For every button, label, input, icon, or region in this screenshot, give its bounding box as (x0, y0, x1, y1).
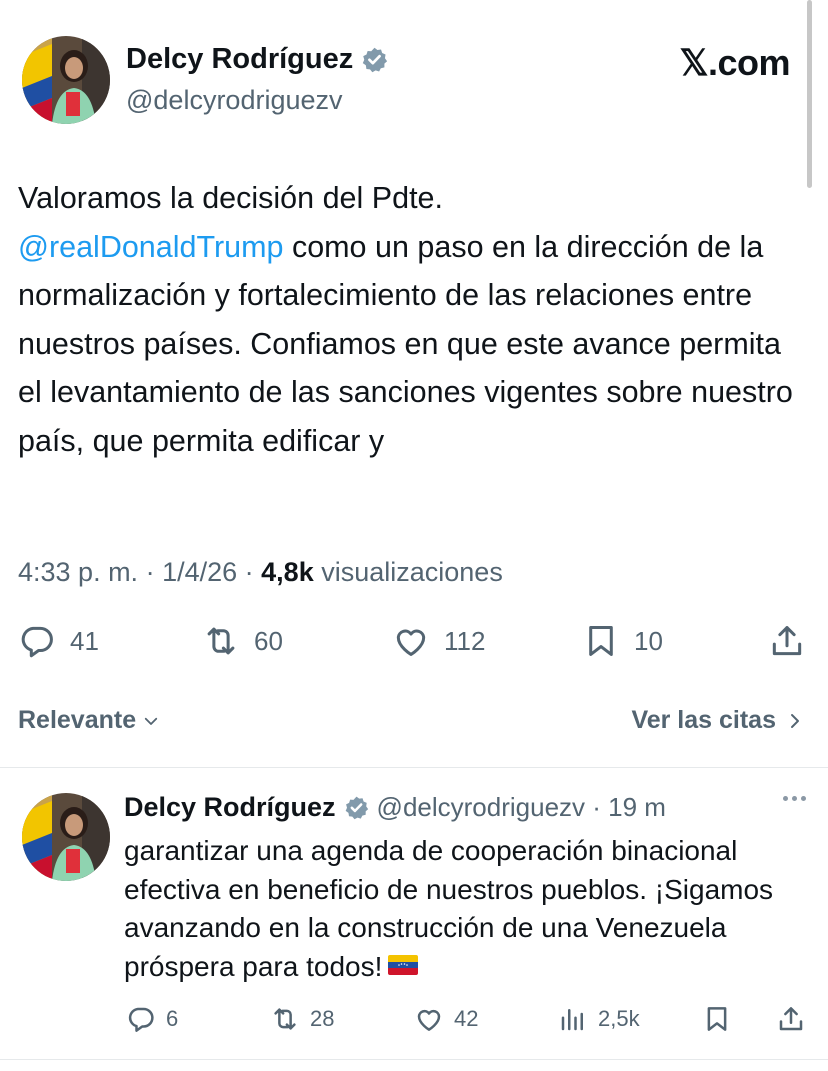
divider (0, 767, 828, 768)
bookmark-button[interactable]: 10 (582, 622, 663, 660)
sort-dropdown[interactable]: Relevante (18, 706, 160, 735)
tweet-text-part: Valoramos la decisión del Pdte. (18, 181, 443, 215)
tweet-date[interactable]: 1/4/26 (162, 557, 237, 587)
reply-icon (21, 626, 53, 658)
verified-badge-icon (361, 46, 388, 73)
views-count: 4,8k (261, 557, 314, 587)
heart-icon (417, 1009, 441, 1031)
like-button[interactable]: 112 (392, 622, 485, 660)
reply-handle-time[interactable]: @delcyrodriguezv · 19 m (377, 792, 666, 823)
tweet-meta: 4:33 p. m. · 1/4/26 · 4,8k visualizacion… (18, 557, 503, 587)
divider (0, 1059, 828, 1060)
views-icon (561, 1009, 583, 1031)
author-handle[interactable]: @delcyrodriguezv (126, 85, 343, 116)
reply-like-count: 42 (454, 1006, 479, 1031)
like-count: 112 (444, 625, 486, 656)
reply-reply-count: 6 (166, 1006, 179, 1031)
chevron-down-icon (142, 712, 160, 730)
reply-like-button[interactable]: 42 (414, 1004, 478, 1034)
bookmark-icon (589, 626, 613, 656)
reply-share-button[interactable] (776, 1004, 806, 1034)
chevron-right-icon (786, 712, 804, 730)
repost-count: 60 (254, 625, 283, 656)
author-name-row: Delcy Rodríguez (126, 43, 388, 76)
reply-repost-count: 28 (310, 1006, 335, 1031)
reply-avatar[interactable] (22, 793, 110, 881)
more-icon[interactable] (783, 796, 806, 801)
repost-icon (274, 1008, 296, 1030)
bookmark-count: 10 (634, 625, 663, 656)
tweet-time[interactable]: 4:33 p. m. (18, 557, 138, 587)
reply-count: 41 (70, 625, 99, 656)
avatar[interactable] (22, 36, 110, 124)
reply-reply-button[interactable]: 6 (126, 1004, 178, 1034)
reply-repost-button[interactable]: 28 (270, 1004, 334, 1034)
reply-views-button[interactable]: 2,5k (558, 1004, 640, 1034)
views-label: visualizaciones (321, 557, 503, 587)
reply-author-name[interactable]: Delcy Rodríguez (124, 792, 336, 823)
reply-header: Delcy Rodríguez @delcyrodriguezv · 19 m (124, 792, 666, 823)
view-quotes-label: Ver las citas (631, 706, 776, 734)
venezuela-flag-icon (388, 955, 419, 976)
tweet-text: Valoramos la decisión del Pdte. @realDona… (18, 174, 808, 465)
reply-bookmark-button[interactable] (702, 1004, 732, 1034)
reply-views-count: 2,5k (598, 1006, 640, 1031)
reply-icon (128, 1007, 154, 1032)
repost-icon (207, 627, 235, 655)
reply-button[interactable]: 41 (18, 622, 99, 660)
view-quotes-link[interactable]: Ver las citas (631, 706, 804, 735)
repost-button[interactable]: 60 (202, 622, 283, 660)
share-icon (772, 626, 802, 656)
reply-text: garantizar una agenda de cooperación bin… (124, 832, 814, 986)
scrollbar[interactable] (807, 0, 812, 188)
author-name[interactable]: Delcy Rodríguez (126, 43, 353, 76)
share-icon (779, 1007, 803, 1031)
verified-badge-icon (344, 795, 369, 820)
reply-text-body: garantizar una agenda de cooperación bin… (124, 835, 774, 982)
sort-label: Relevante (18, 706, 137, 734)
heart-icon (396, 629, 426, 656)
mention-link[interactable]: @realDonaldTrump (18, 230, 283, 264)
share-button[interactable] (768, 622, 806, 660)
bookmark-icon (707, 1007, 727, 1031)
site-logo: 𝕏.com (679, 42, 790, 83)
